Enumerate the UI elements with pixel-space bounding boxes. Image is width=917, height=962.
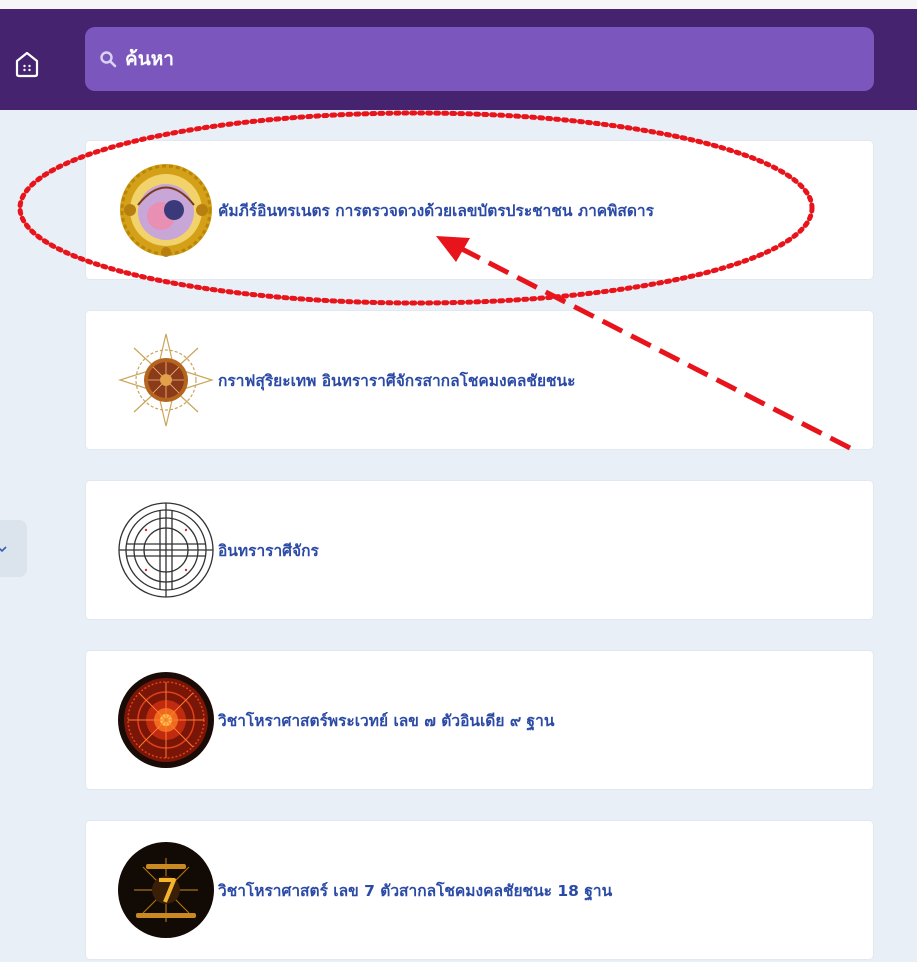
red-astrology-wheel-icon (116, 670, 216, 770)
search-input[interactable]: ค้นหา (85, 27, 874, 91)
list-item[interactable]: วิชาโหราศาสตร์พระเวทย์ เลข ๗ ตัวอินเดีย … (86, 651, 873, 789)
sun-mandala-icon (116, 330, 216, 430)
black-gold-seven-icon (116, 840, 216, 940)
home-icon (15, 51, 39, 78)
item-title: วิชาโหราศาสตร์ เลข 7 ตัวสากลโชคมงคลชัยชน… (218, 881, 613, 900)
list-item[interactable]: วิชาโหราศาสตร์ เลข 7 ตัวสากลโชคมงคลชัยชน… (86, 821, 873, 959)
item-title: กราฟสุริยะเทพ อินทราราศีจักรสากลโชคมงคลช… (218, 371, 576, 390)
app-header: ค้นหา (0, 9, 917, 110)
side-drawer-tab[interactable] (0, 520, 27, 577)
search-placeholder: ค้นหา (125, 48, 174, 70)
top-strip (0, 0, 917, 9)
item-title: วิชาโหราศาสตร์พระเวทย์ เลข ๗ ตัวอินเดีย … (218, 711, 555, 730)
list-item[interactable]: อินทราราศีจักร (86, 481, 873, 619)
item-title: คัมภีร์อินทรเนตร การตรวจดวงด้วยเลขบัตรปร… (218, 201, 654, 220)
golden-seal-icon (116, 160, 216, 260)
search-icon (99, 50, 117, 68)
zodiac-wheel-icon (116, 500, 216, 600)
list-item[interactable]: กราฟสุริยะเทพ อินทราราศีจักรสากลโชคมงคลช… (86, 311, 873, 449)
home-button[interactable] (10, 47, 44, 81)
list-item[interactable]: คัมภีร์อินทรเนตร การตรวจดวงด้วยเลขบัตรปร… (86, 141, 873, 279)
chevron-down-icon (0, 545, 7, 552)
item-title: อินทราราศีจักร (218, 541, 319, 560)
